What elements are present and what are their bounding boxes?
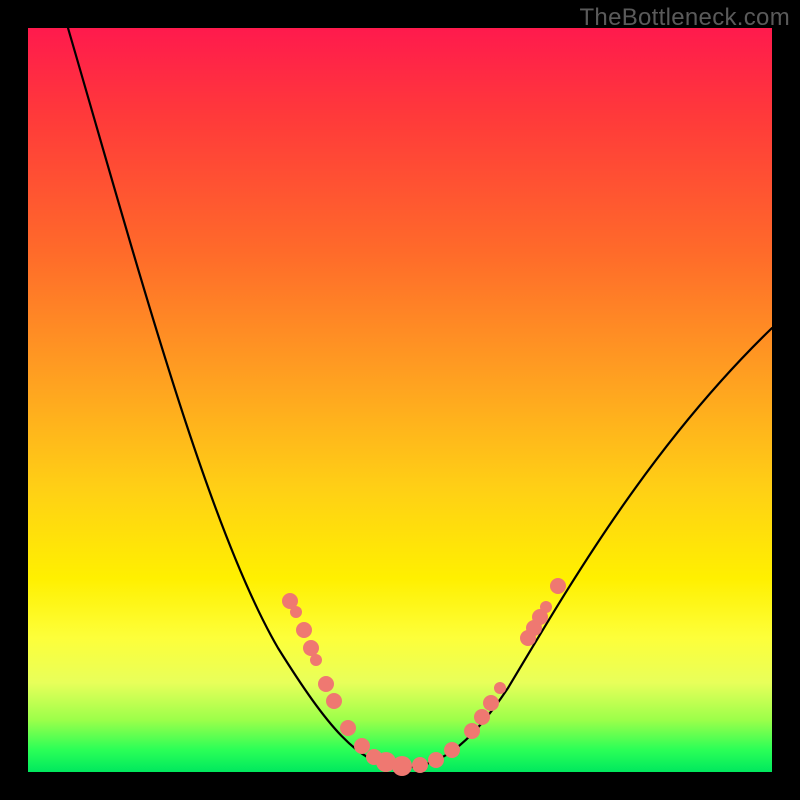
chart-svg: [28, 28, 772, 772]
data-dot: [318, 676, 334, 692]
data-dot: [310, 654, 322, 666]
data-dot: [464, 723, 480, 739]
data-dot: [340, 720, 356, 736]
data-dot: [290, 606, 302, 618]
data-dot: [392, 756, 412, 776]
data-dot: [412, 757, 428, 773]
bottleneck-curve: [68, 28, 772, 768]
data-dot: [428, 752, 444, 768]
data-dot: [550, 578, 566, 594]
data-dot: [444, 742, 460, 758]
data-dot: [354, 738, 370, 754]
data-dot: [483, 695, 499, 711]
outer-frame: TheBottleneck.com: [0, 0, 800, 800]
data-dot: [326, 693, 342, 709]
data-dot: [303, 640, 319, 656]
plot-area: [28, 28, 772, 772]
dot-layer: [282, 578, 566, 776]
data-dot: [474, 709, 490, 725]
data-dot: [296, 622, 312, 638]
data-dot: [494, 682, 506, 694]
data-dot: [540, 601, 552, 613]
